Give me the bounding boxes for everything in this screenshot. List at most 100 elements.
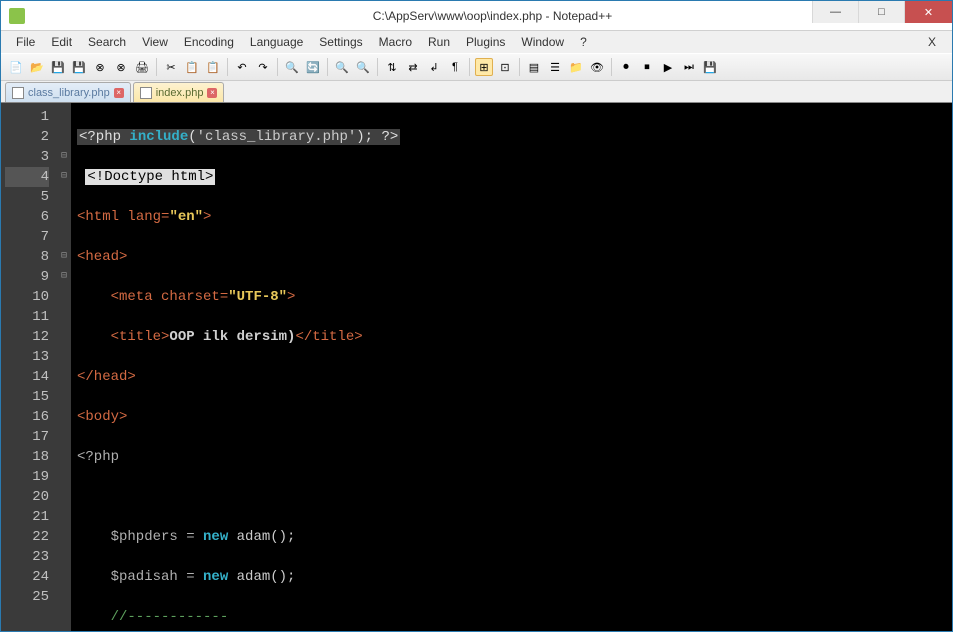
fold-icon[interactable]: ⊟ xyxy=(57,167,71,187)
line-number: 24 xyxy=(5,567,49,587)
line-number: 23 xyxy=(5,547,49,567)
sync-h-icon[interactable]: ⇄ xyxy=(404,58,422,76)
menubar: File Edit Search View Encoding Language … xyxy=(1,31,952,53)
save-icon[interactable]: 💾 xyxy=(49,58,67,76)
func-list-icon[interactable]: ☰ xyxy=(546,58,564,76)
folder-icon[interactable]: 📁 xyxy=(567,58,585,76)
line-number: 15 xyxy=(5,387,49,407)
zoom-out-icon[interactable]: 🔍 xyxy=(354,58,372,76)
monitor-icon[interactable]: 👁 xyxy=(588,58,606,76)
code-line: <body> xyxy=(77,407,952,427)
menu-plugins[interactable]: Plugins xyxy=(459,33,512,51)
maximize-button[interactable]: □ xyxy=(858,1,904,23)
line-number: 18 xyxy=(5,447,49,467)
save-macro-icon[interactable]: 💾 xyxy=(701,58,719,76)
close-all-icon[interactable]: ⊗ xyxy=(112,58,130,76)
code-line: <?php xyxy=(77,447,952,467)
open-file-icon[interactable]: 📂 xyxy=(28,58,46,76)
close-button[interactable]: ✕ xyxy=(904,1,952,23)
line-number: 19 xyxy=(5,467,49,487)
menu-edit[interactable]: Edit xyxy=(44,33,79,51)
menu-help[interactable]: ? xyxy=(573,33,594,51)
undo-icon[interactable]: ↶ xyxy=(233,58,251,76)
find-icon[interactable]: 🔍 xyxy=(283,58,301,76)
menu-macro[interactable]: Macro xyxy=(372,33,419,51)
line-number: 8 xyxy=(5,247,49,267)
menu-search[interactable]: Search xyxy=(81,33,133,51)
doc-map-icon[interactable]: ▤ xyxy=(525,58,543,76)
document-icon xyxy=(140,87,152,99)
line-number: 12 xyxy=(5,327,49,347)
menu-window[interactable]: Window xyxy=(514,33,571,51)
close-file-icon[interactable]: ⊗ xyxy=(91,58,109,76)
replace-icon[interactable]: 🔄 xyxy=(304,58,322,76)
tab-class-library[interactable]: class_library.php × xyxy=(5,82,131,102)
indent-guide-icon[interactable]: ⊞ xyxy=(475,58,493,76)
toolbar-separator xyxy=(327,58,328,76)
code-line: <meta charset="UTF-8"> xyxy=(77,287,952,307)
redo-icon[interactable]: ↷ xyxy=(254,58,272,76)
tab-close-icon[interactable]: × xyxy=(114,88,124,98)
code-line: <!Doctype html> xyxy=(77,167,952,187)
paste-icon[interactable]: 📋 xyxy=(204,58,222,76)
fold-icon[interactable]: ⊟ xyxy=(57,247,71,267)
toolbar-separator xyxy=(469,58,470,76)
code-line: <?php include('class_library.php'); ?> xyxy=(77,127,952,147)
wrap-icon[interactable]: ↲ xyxy=(425,58,443,76)
save-all-icon[interactable]: 💾 xyxy=(70,58,88,76)
line-number: 4 xyxy=(5,167,49,187)
menu-language[interactable]: Language xyxy=(243,33,310,51)
stop-icon[interactable]: ⏹ xyxy=(638,58,656,76)
line-number: 2 xyxy=(5,127,49,147)
toolbar: 📄 📂 💾 💾 ⊗ ⊗ 🖨 ✂ 📋 📋 ↶ ↷ 🔍 🔄 🔍 🔍 ⇅ ⇄ ↲ ¶ … xyxy=(1,53,952,81)
menu-encoding[interactable]: Encoding xyxy=(177,33,241,51)
menu-x[interactable]: X xyxy=(921,33,944,51)
code-area[interactable]: <?php include('class_library.php'); ?> <… xyxy=(71,103,952,631)
line-number: 1 xyxy=(5,107,49,127)
code-line: <html lang="en"> xyxy=(77,207,952,227)
line-number: 25 xyxy=(5,587,49,607)
editor[interactable]: 1 2 3 4 5 6 7 8 9 10 11 12 13 14 15 16 1… xyxy=(1,103,952,631)
toolbar-separator xyxy=(227,58,228,76)
fold-icon[interactable]: ⊟ xyxy=(57,147,71,167)
menu-run[interactable]: Run xyxy=(421,33,457,51)
line-number: 10 xyxy=(5,287,49,307)
tab-close-icon[interactable]: × xyxy=(207,88,217,98)
fold-icon[interactable]: ⊟ xyxy=(57,267,71,287)
show-chars-icon[interactable]: ¶ xyxy=(446,58,464,76)
line-number: 21 xyxy=(5,507,49,527)
window-controls: — □ ✕ xyxy=(812,1,952,23)
user-lang-icon[interactable]: ⊡ xyxy=(496,58,514,76)
new-file-icon[interactable]: 📄 xyxy=(7,58,25,76)
tabbar: class_library.php × index.php × xyxy=(1,81,952,103)
cut-icon[interactable]: ✂ xyxy=(162,58,180,76)
play-multi-icon[interactable]: ⏭ xyxy=(680,58,698,76)
play-icon[interactable]: ▶ xyxy=(659,58,677,76)
app-window: C:\AppServ\www\oop\index.php - Notepad++… xyxy=(0,0,953,632)
titlebar[interactable]: C:\AppServ\www\oop\index.php - Notepad++… xyxy=(1,1,952,31)
zoom-in-icon[interactable]: 🔍 xyxy=(333,58,351,76)
code-line: <head> xyxy=(77,247,952,267)
tab-label: index.php xyxy=(156,87,204,99)
minimize-button[interactable]: — xyxy=(812,1,858,23)
copy-icon[interactable]: 📋 xyxy=(183,58,201,76)
menu-settings[interactable]: Settings xyxy=(312,33,369,51)
menu-file[interactable]: File xyxy=(9,33,42,51)
menu-view[interactable]: View xyxy=(135,33,175,51)
toolbar-separator xyxy=(611,58,612,76)
toolbar-separator xyxy=(377,58,378,76)
code-line: <title>OOP ilk dersim)</title> xyxy=(77,327,952,347)
line-number: 20 xyxy=(5,487,49,507)
line-number: 3 xyxy=(5,147,49,167)
print-icon[interactable]: 🖨 xyxy=(133,58,151,76)
line-number: 7 xyxy=(5,227,49,247)
line-number: 22 xyxy=(5,527,49,547)
tab-label: class_library.php xyxy=(28,87,110,99)
record-icon[interactable]: ⏺ xyxy=(617,58,635,76)
tab-index[interactable]: index.php × xyxy=(133,82,225,102)
toolbar-separator xyxy=(277,58,278,76)
line-number: 5 xyxy=(5,187,49,207)
code-line: $phpders = new adam(); xyxy=(77,527,952,547)
document-icon xyxy=(12,87,24,99)
sync-v-icon[interactable]: ⇅ xyxy=(383,58,401,76)
